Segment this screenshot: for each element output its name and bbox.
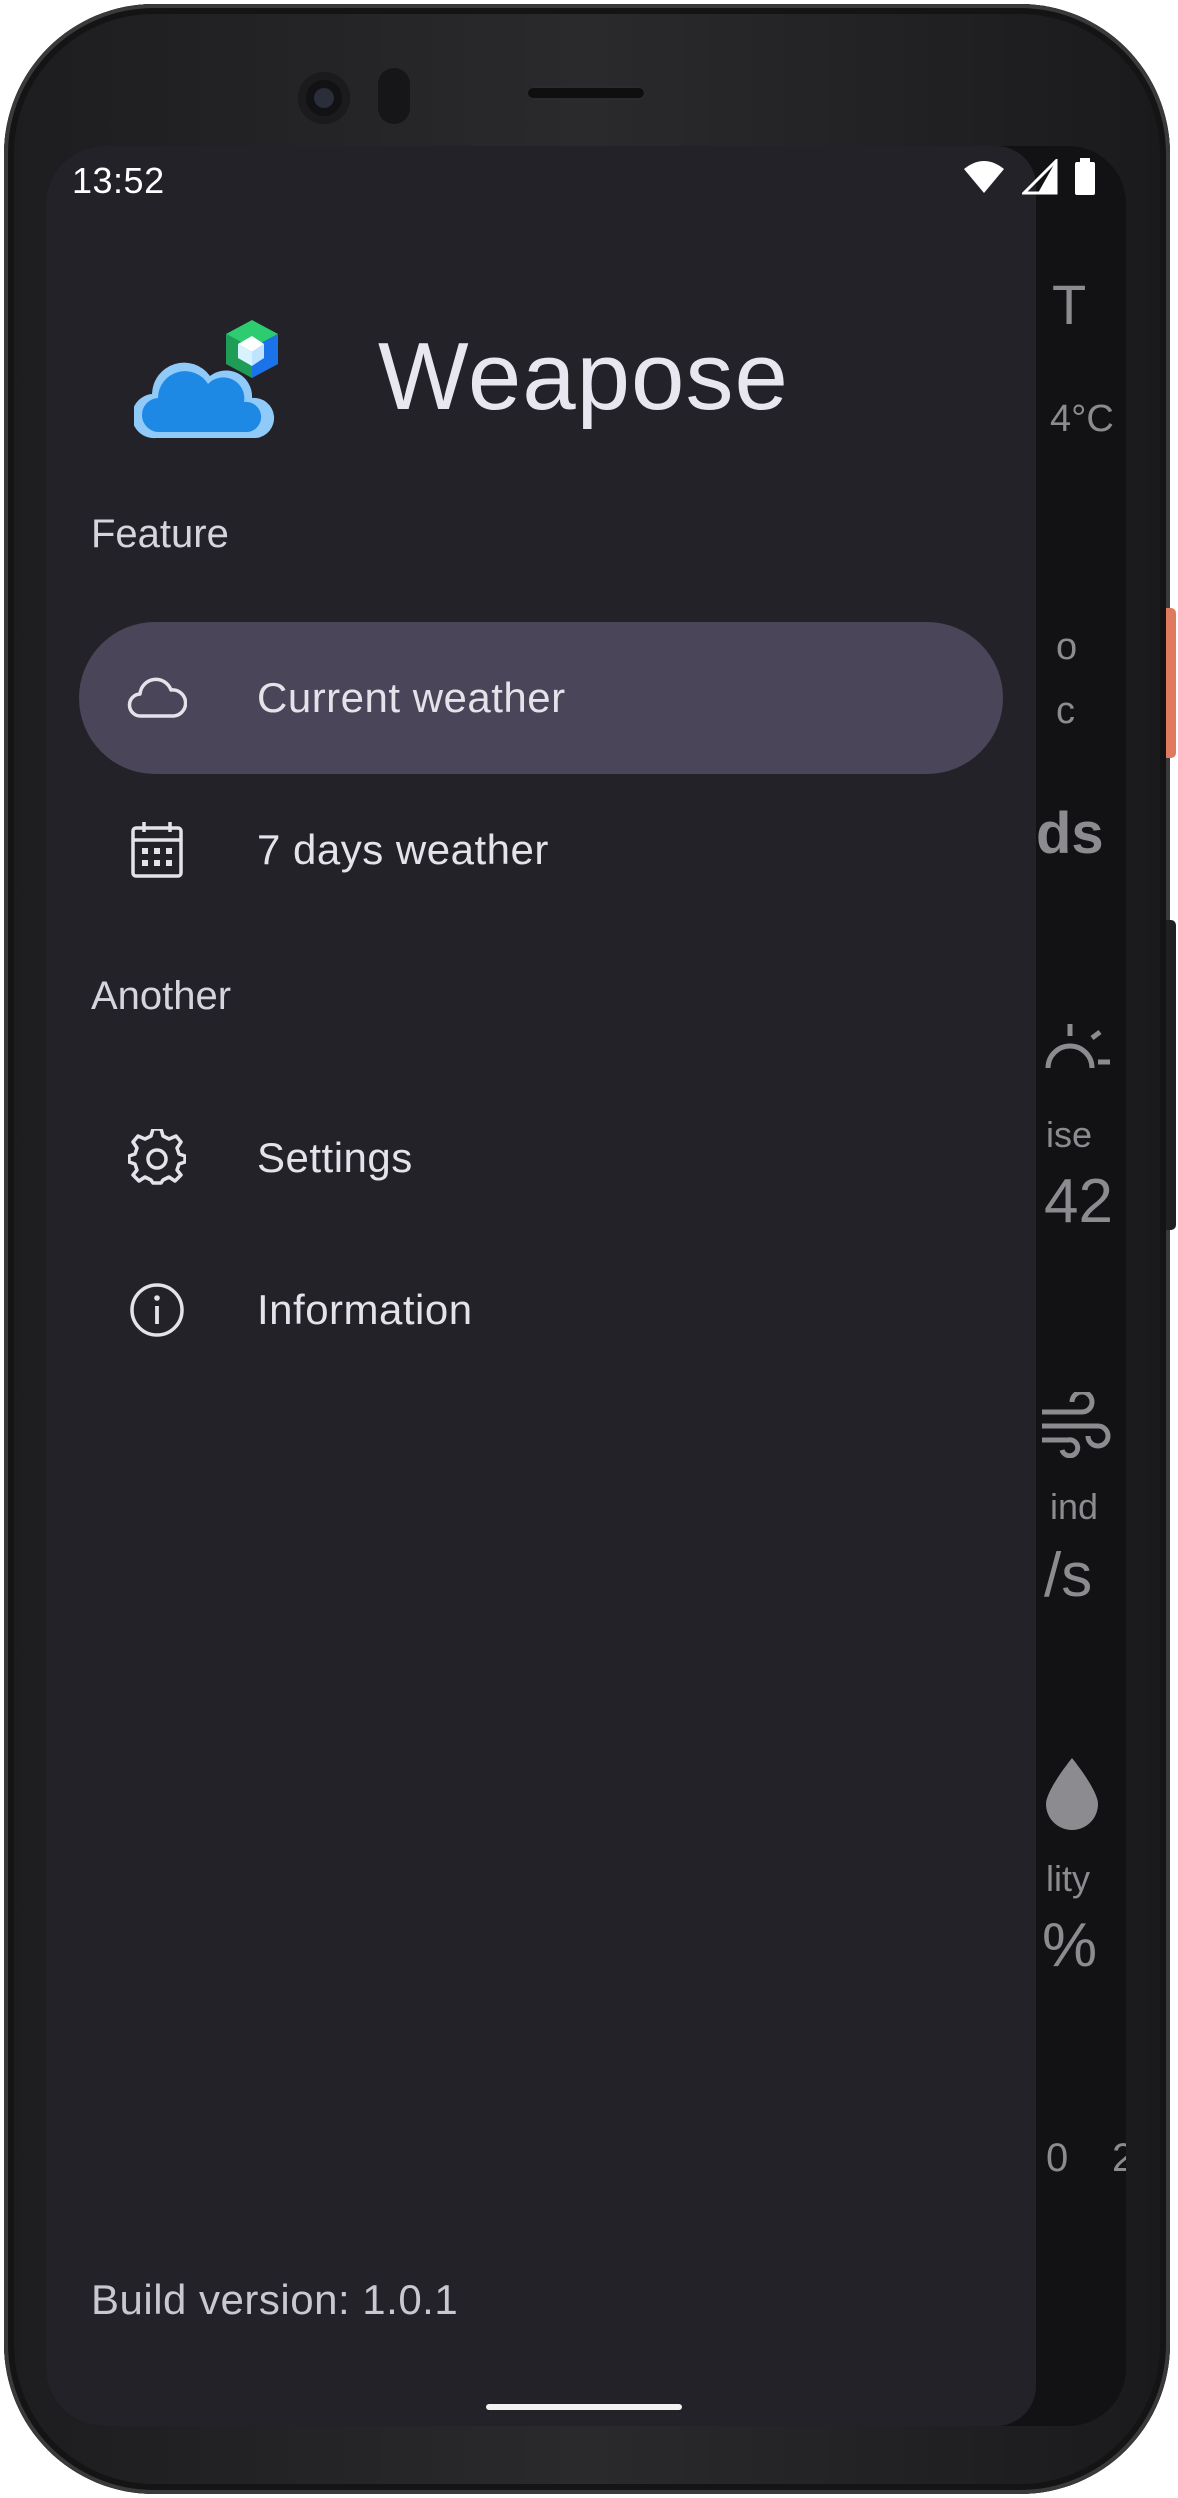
proximity-sensor bbox=[378, 68, 410, 124]
wind-icon bbox=[1042, 1392, 1111, 1458]
nav-label: 7 days weather bbox=[257, 826, 549, 873]
nav-label: Information bbox=[257, 1286, 473, 1333]
bg-fragment: T bbox=[1052, 273, 1087, 336]
status-bar: 13:52 bbox=[46, 146, 1126, 218]
bg-fragment: c bbox=[1056, 690, 1075, 732]
calendar-icon bbox=[127, 820, 187, 880]
volume-button bbox=[1166, 920, 1176, 1230]
build-version: Build version: 1.0.1 bbox=[91, 2276, 459, 2323]
front-camera bbox=[298, 72, 350, 124]
bg-fragment: /s bbox=[1044, 1541, 1093, 1610]
bg-fragment: % bbox=[1042, 1911, 1098, 1980]
cloud-icon bbox=[127, 668, 187, 728]
bg-fragment: ise bbox=[1046, 1114, 1093, 1155]
bg-fragment: o bbox=[1056, 626, 1078, 668]
bg-fragment: 2 bbox=[1112, 2136, 1126, 2180]
nav-item-7-days-weather[interactable]: 7 days weather bbox=[79, 774, 1003, 926]
nav-label: Settings bbox=[257, 1134, 413, 1181]
gesture-navigation-bar[interactable] bbox=[486, 2404, 682, 2410]
power-button bbox=[1166, 608, 1176, 758]
humidity-drop-icon bbox=[1046, 1758, 1098, 1830]
nav-item-settings[interactable]: Settings bbox=[79, 1082, 1003, 1234]
bg-fragment: 4°C bbox=[1050, 398, 1114, 440]
status-icons bbox=[962, 158, 1096, 196]
earpiece-speaker bbox=[526, 86, 646, 100]
bg-fragment: 42 bbox=[1044, 1167, 1113, 1236]
section-label-feature: Feature bbox=[91, 512, 229, 556]
info-icon bbox=[127, 1280, 187, 1340]
battery-icon bbox=[1075, 158, 1095, 195]
nav-item-current-weather[interactable]: Current weather bbox=[79, 622, 1003, 774]
app-name: Weapose bbox=[378, 323, 789, 430]
bg-fragment: lity bbox=[1046, 1858, 1090, 1899]
screen: T 4°C o c ds ise 42 ind /s lity % 0 2 13… bbox=[46, 146, 1126, 2426]
bg-fragment: ds bbox=[1036, 801, 1104, 866]
gear-icon bbox=[127, 1128, 187, 1188]
nav-label: Current weather bbox=[257, 674, 566, 721]
wifi-icon bbox=[964, 161, 1004, 193]
cellular-signal-icon bbox=[1022, 159, 1058, 195]
status-time: 13:52 bbox=[72, 160, 165, 201]
navigation-drawer: Weapose Feature Current weather 7 days w… bbox=[46, 146, 1036, 2426]
weapose-logo-icon bbox=[134, 320, 278, 439]
bg-fragment: ind bbox=[1050, 1486, 1099, 1527]
section-label-another: Another bbox=[91, 974, 232, 1018]
nav-item-information[interactable]: Information bbox=[79, 1234, 1003, 1386]
sunrise-icon bbox=[1045, 1024, 1110, 1069]
bg-fragment: 0 bbox=[1046, 2136, 1069, 2180]
